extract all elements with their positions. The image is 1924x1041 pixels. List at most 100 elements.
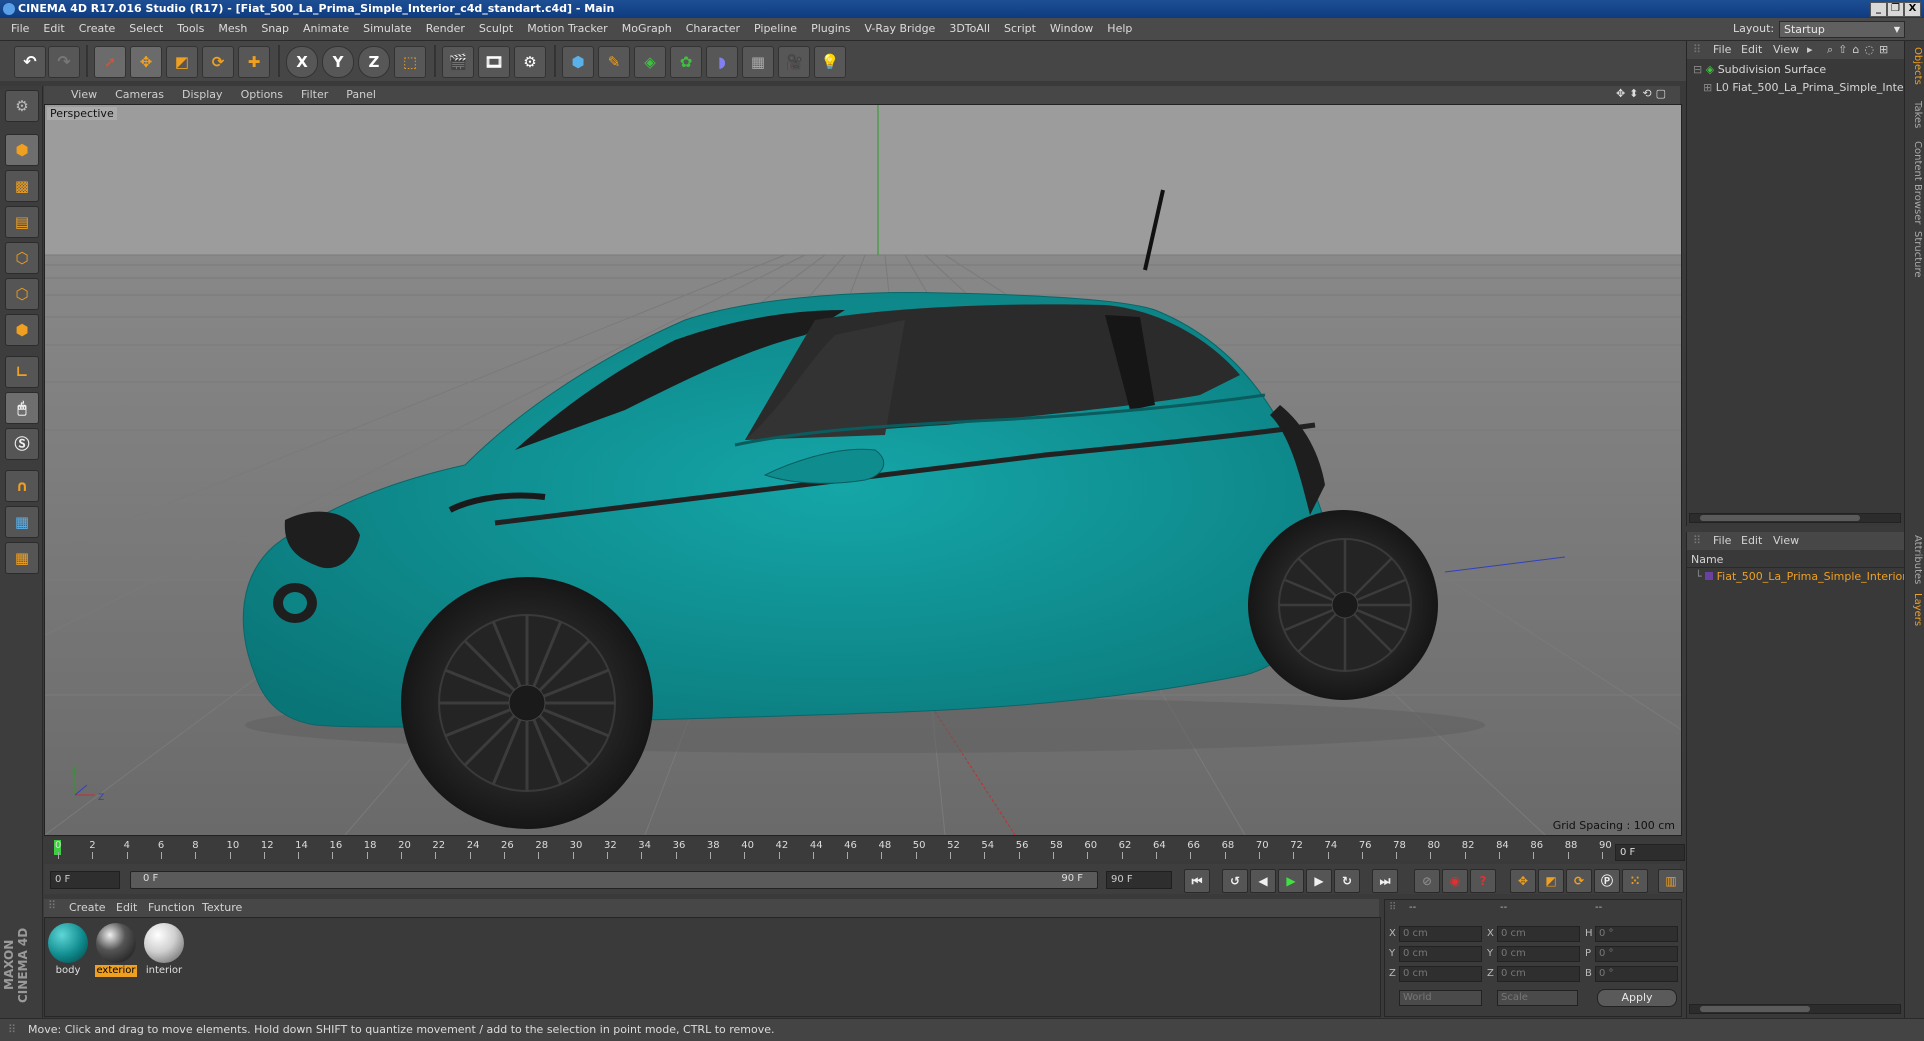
key-parameter-button[interactable]: Ⓟ bbox=[1594, 869, 1620, 893]
move-tool-button[interactable]: ✥ bbox=[130, 46, 162, 78]
layout-select[interactable]: Startup ▼ bbox=[1779, 21, 1905, 38]
viewport-nav-icons[interactable]: ✥⬍⟲▢ bbox=[1616, 87, 1670, 100]
next-frame-button[interactable]: ▶ bbox=[1306, 869, 1332, 893]
prev-frame-button[interactable]: ◀ bbox=[1250, 869, 1276, 893]
scrollbar-thumb[interactable] bbox=[1700, 1006, 1810, 1012]
menu-mesh[interactable]: Mesh bbox=[211, 18, 254, 40]
menu-vray-bridge[interactable]: V-Ray Bridge bbox=[857, 18, 942, 40]
x-axis-lock-button[interactable]: X bbox=[286, 46, 318, 78]
menu-mograph[interactable]: MoGraph bbox=[615, 18, 679, 40]
material-menu-function[interactable]: Function bbox=[148, 899, 195, 917]
start-frame-field[interactable]: 0 F bbox=[50, 871, 120, 889]
menu-help[interactable]: Help bbox=[1100, 18, 1139, 40]
object-menu-edit[interactable]: Edit bbox=[1741, 41, 1762, 59]
layer-item-fiat-500[interactable]: └ Fiat_500_La_Prima_Simple_Interior bbox=[1695, 570, 1907, 583]
texture-mode-button[interactable]: ▩ bbox=[5, 170, 39, 202]
restore-button[interactable]: ❐ bbox=[1887, 2, 1904, 17]
layer-menu-view[interactable]: View bbox=[1773, 532, 1799, 550]
viewport-menu-panel[interactable]: Panel bbox=[337, 86, 385, 104]
material-menu-texture[interactable]: Texture bbox=[202, 899, 242, 917]
minimize-button[interactable]: _ bbox=[1870, 2, 1887, 17]
end-frame-field[interactable]: 90 F bbox=[1106, 871, 1172, 889]
material-interior[interactable]: interior bbox=[143, 923, 185, 979]
size-y-field[interactable]: 0 cm bbox=[1497, 946, 1580, 962]
tab-takes[interactable]: Takes bbox=[1907, 101, 1923, 128]
tree-item-subdivision-surface[interactable]: ⊟ ◈ Subdivision Surface bbox=[1693, 63, 1826, 76]
cube-object-button[interactable]: ⬢ bbox=[562, 46, 594, 78]
menu-character[interactable]: Character bbox=[679, 18, 747, 40]
object-menu-view[interactable]: View bbox=[1773, 41, 1799, 59]
key-rotation-button[interactable]: ⟳ bbox=[1566, 869, 1592, 893]
menu-pipeline[interactable]: Pipeline bbox=[747, 18, 804, 40]
coordinate-space-select[interactable]: World bbox=[1399, 990, 1482, 1006]
menu-snap[interactable]: Snap bbox=[254, 18, 296, 40]
pos-y-field[interactable]: 0 cm bbox=[1399, 946, 1482, 962]
tree-item-fiat-500[interactable]: ⊞ L0 Fiat_500_La_Prima_Simple_Interior bbox=[1703, 81, 1923, 94]
auto-key-button[interactable]: ◉ bbox=[1442, 869, 1468, 893]
object-menu-file[interactable]: File bbox=[1713, 41, 1731, 59]
tab-attributes[interactable]: Attributes bbox=[1907, 535, 1923, 584]
scale-tool-button[interactable]: ◩ bbox=[166, 46, 198, 78]
menu-script[interactable]: Script bbox=[997, 18, 1043, 40]
coordinate-system-button[interactable]: ⬚ bbox=[394, 46, 426, 78]
pos-z-field[interactable]: 0 cm bbox=[1399, 966, 1482, 982]
redo-button[interactable]: ↷ bbox=[48, 46, 80, 78]
menu-sculpt[interactable]: Sculpt bbox=[472, 18, 520, 40]
floor-button[interactable]: ▦ bbox=[742, 46, 774, 78]
points-mode-button[interactable]: ⬡ bbox=[5, 242, 39, 274]
menu-create[interactable]: Create bbox=[72, 18, 123, 40]
polygons-mode-button[interactable]: ⬢ bbox=[5, 314, 39, 346]
key-pla-button[interactable]: ⁙ bbox=[1622, 869, 1648, 893]
layer-menu-edit[interactable]: Edit bbox=[1741, 532, 1762, 550]
tab-content-browser[interactable]: Content Browser bbox=[1907, 141, 1923, 224]
deformer-button[interactable]: ◗ bbox=[706, 46, 738, 78]
goto-start-button[interactable]: ⏮ bbox=[1184, 869, 1210, 893]
layer-menu-file[interactable]: File bbox=[1713, 532, 1731, 550]
render-picture-viewer-button[interactable]: 🎞 bbox=[478, 46, 510, 78]
menu-3dtoall[interactable]: 3DToAll bbox=[942, 18, 997, 40]
y-axis-lock-button[interactable]: Y bbox=[322, 46, 354, 78]
current-frame-field[interactable]: 0 F bbox=[1615, 844, 1685, 861]
size-z-field[interactable]: 0 cm bbox=[1497, 966, 1580, 982]
size-x-field[interactable]: 0 cm bbox=[1497, 926, 1580, 942]
keyframe-selection-button[interactable]: ? bbox=[1470, 869, 1496, 893]
rotate-tool-button[interactable]: ⟳ bbox=[202, 46, 234, 78]
menu-edit[interactable]: Edit bbox=[36, 18, 71, 40]
tab-objects[interactable]: Objects bbox=[1907, 47, 1923, 85]
edges-mode-button[interactable]: ⬡ bbox=[5, 278, 39, 310]
timeline-window-button[interactable]: ▥ bbox=[1658, 869, 1684, 893]
axis-mode-button[interactable]: ∟ bbox=[5, 356, 39, 388]
perspective-viewport[interactable]: Perspective Y Z Grid Spacing : 100 cm bbox=[44, 104, 1682, 836]
rot-p-field[interactable]: 0 ° bbox=[1595, 946, 1678, 962]
object-manager-scrollbar[interactable] bbox=[1689, 513, 1901, 523]
subdivision-surface-button[interactable]: ◈ bbox=[634, 46, 666, 78]
workplane-mode-button[interactable]: ▤ bbox=[5, 206, 39, 238]
play-button[interactable]: ▶ bbox=[1278, 869, 1304, 893]
rot-h-field[interactable]: 0 ° bbox=[1595, 926, 1678, 942]
scrollbar-thumb[interactable] bbox=[1700, 515, 1860, 521]
prev-key-button[interactable]: ↺ bbox=[1222, 869, 1248, 893]
undo-button[interactable]: ↶ bbox=[14, 46, 46, 78]
z-axis-lock-button[interactable]: Z bbox=[358, 46, 390, 78]
render-view-button[interactable]: 🎬 bbox=[442, 46, 474, 78]
model-mode-button[interactable]: ⬢ bbox=[5, 134, 39, 166]
material-body[interactable]: body bbox=[47, 923, 89, 979]
tab-structure[interactable]: Structure bbox=[1907, 231, 1923, 278]
material-menu-create[interactable]: Create bbox=[69, 899, 106, 917]
viewport-menu-view[interactable]: View bbox=[62, 86, 106, 104]
rot-b-field[interactable]: 0 ° bbox=[1595, 966, 1678, 982]
light-button[interactable]: 💡 bbox=[814, 46, 846, 78]
menu-file[interactable]: File bbox=[4, 18, 36, 40]
material-menu-edit[interactable]: Edit bbox=[116, 899, 137, 917]
menu-render[interactable]: Render bbox=[419, 18, 472, 40]
key-position-button[interactable]: ✥ bbox=[1510, 869, 1536, 893]
key-scale-button[interactable]: ◩ bbox=[1538, 869, 1564, 893]
menu-motion-tracker[interactable]: Motion Tracker bbox=[520, 18, 614, 40]
apply-button[interactable]: Apply bbox=[1597, 989, 1677, 1007]
menu-tools[interactable]: Tools bbox=[170, 18, 211, 40]
workplane-align-button[interactable]: ▦ bbox=[5, 542, 39, 574]
timeline-ruler[interactable]: 0 2 4 6 8 10 12 14 16 18 20 22 24 26 28 30 32 34 36 38 40 42 4… bbox=[44, 838, 1680, 860]
workplane-lock-button[interactable]: ▦ bbox=[5, 506, 39, 538]
tab-layers[interactable]: Layers bbox=[1907, 593, 1923, 626]
size-mode-select[interactable]: Scale bbox=[1497, 990, 1578, 1006]
